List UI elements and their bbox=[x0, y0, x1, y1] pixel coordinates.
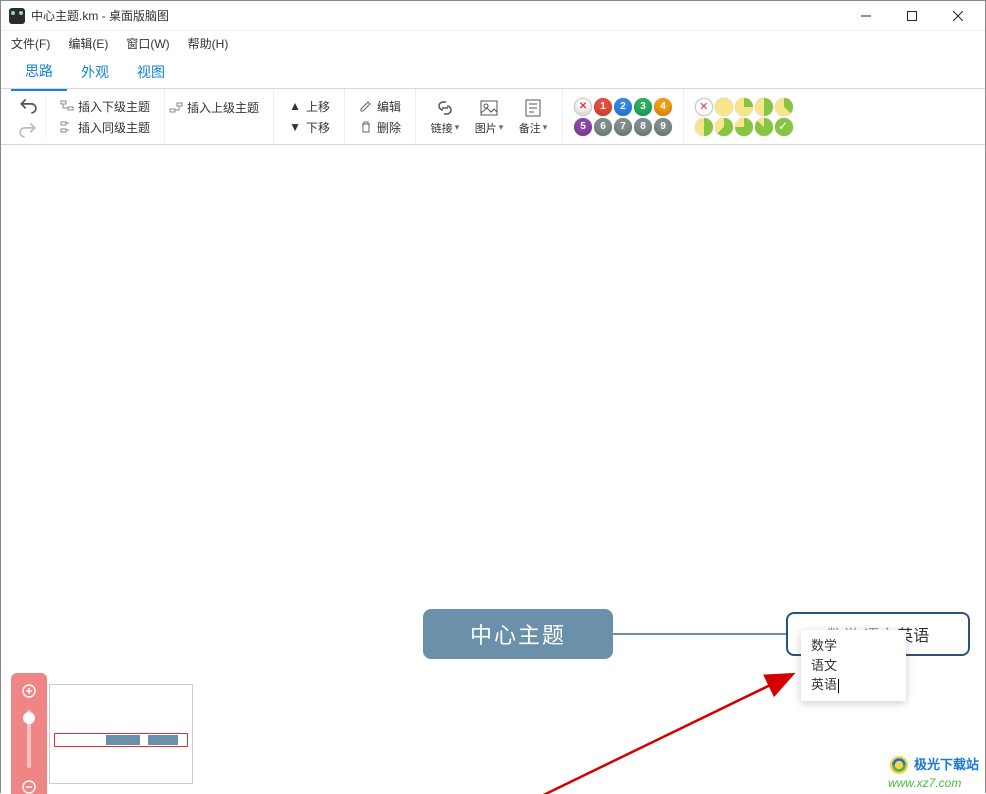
insert-sibling-button[interactable]: 插入同级主题 bbox=[56, 117, 154, 138]
redo-icon[interactable] bbox=[19, 120, 37, 138]
priority-2-icon[interactable]: 2 bbox=[614, 98, 632, 116]
priority-7-icon[interactable]: 7 bbox=[614, 118, 632, 136]
zoom-slider[interactable] bbox=[27, 710, 31, 768]
menu-help[interactable]: 帮助(H) bbox=[182, 33, 235, 54]
app-logo-icon bbox=[9, 8, 25, 24]
progress-group: ✕ ✓ bbox=[684, 89, 804, 144]
minimap[interactable] bbox=[49, 684, 193, 784]
chevron-down-icon: ▾ bbox=[499, 122, 504, 133]
insert-group: 插入下级主题 插入同级主题 bbox=[46, 89, 165, 144]
tab-bar: 思路 外观 视图 bbox=[1, 55, 985, 89]
text-caret bbox=[838, 679, 839, 693]
arrow-up-icon: ▲ bbox=[288, 99, 302, 113]
priority-8-icon[interactable]: 8 bbox=[634, 118, 652, 136]
minimap-viewport[interactable] bbox=[54, 733, 188, 747]
edit-label: 编辑 bbox=[377, 98, 401, 115]
move-up-button[interactable]: ▲ 上移 bbox=[284, 96, 334, 117]
title-bar: 中心主题.km - 桌面版脑图 bbox=[1, 1, 985, 31]
image-icon bbox=[479, 98, 499, 118]
minimize-button[interactable] bbox=[843, 1, 889, 31]
priority-6-icon[interactable]: 6 bbox=[594, 118, 612, 136]
move-up-label: 上移 bbox=[306, 98, 330, 115]
priority-5-icon[interactable]: 5 bbox=[574, 118, 592, 136]
progress-25-icon[interactable] bbox=[755, 98, 773, 116]
note-label: 备注 bbox=[519, 120, 541, 136]
connector-line bbox=[613, 633, 786, 635]
insert-parent-icon bbox=[169, 101, 183, 115]
trash-icon bbox=[359, 120, 373, 134]
priority-group: ✕ 1 2 3 4 5 6 7 8 9 bbox=[563, 89, 684, 144]
insert-parent-label: 插入上级主题 bbox=[187, 99, 259, 116]
close-button[interactable] bbox=[935, 1, 981, 31]
progress-100-icon[interactable]: ✓ bbox=[775, 118, 793, 136]
insert-sibling-label: 插入同级主题 bbox=[78, 119, 150, 136]
edit-button[interactable]: 编辑 bbox=[355, 96, 405, 117]
toolbar: 插入下级主题 插入同级主题 插入上级主题 ▲上移 ▼下移 编辑 删除 链接▾ 图… bbox=[1, 89, 985, 145]
window-title: 中心主题.km - 桌面版脑图 bbox=[31, 7, 843, 24]
priority-9-icon[interactable]: 9 bbox=[654, 118, 672, 136]
link-icon bbox=[435, 98, 455, 118]
progress-0-icon[interactable] bbox=[715, 98, 733, 116]
progress-clear-icon[interactable]: ✕ bbox=[695, 98, 713, 116]
insert-sibling-icon bbox=[60, 120, 74, 134]
tab-thinking[interactable]: 思路 bbox=[11, 53, 67, 91]
popup-item-0: 数学 bbox=[811, 636, 896, 656]
priority-4-icon[interactable]: 4 bbox=[654, 98, 672, 116]
insert-group-2: 插入上级主题 bbox=[165, 89, 274, 144]
insert-child-icon bbox=[60, 99, 74, 113]
insert-child-button[interactable]: 插入下级主题 bbox=[56, 96, 154, 117]
link-button[interactable]: 链接▾ bbox=[426, 98, 464, 136]
arrow-down-icon: ▼ bbox=[288, 120, 302, 134]
menu-bar: 文件(F) 编辑(E) 窗口(W) 帮助(H) bbox=[1, 31, 985, 55]
center-node[interactable]: 中心主题 bbox=[423, 609, 613, 659]
note-button[interactable]: 备注▾ bbox=[514, 98, 552, 136]
link-label: 链接 bbox=[431, 120, 453, 136]
zoom-slider-knob[interactable] bbox=[23, 712, 35, 724]
watermark-title: 极光下载站 bbox=[914, 757, 979, 773]
image-button[interactable]: 图片▾ bbox=[470, 98, 508, 136]
delete-label: 删除 bbox=[377, 119, 401, 136]
editdel-group: 编辑 删除 bbox=[345, 89, 416, 144]
popup-item-2: 英语 bbox=[811, 677, 837, 692]
zoom-in-button[interactable] bbox=[17, 679, 41, 703]
watermark-logo-icon bbox=[888, 754, 910, 776]
image-label: 图片 bbox=[475, 120, 497, 136]
tab-view[interactable]: 视图 bbox=[123, 54, 179, 90]
progress-87-icon[interactable] bbox=[755, 118, 773, 136]
move-down-label: 下移 bbox=[306, 119, 330, 136]
priority-clear-icon[interactable]: ✕ bbox=[574, 98, 592, 116]
text-edit-popup[interactable]: 数学 语文 英语 bbox=[801, 630, 906, 701]
popup-item-1: 语文 bbox=[811, 656, 896, 676]
tab-appearance[interactable]: 外观 bbox=[67, 54, 123, 90]
zoom-navigator bbox=[11, 673, 47, 794]
menu-window[interactable]: 窗口(W) bbox=[120, 33, 175, 54]
progress-12-icon[interactable] bbox=[735, 98, 753, 116]
move-group: ▲ 上移 ▼ 下移 bbox=[274, 89, 345, 144]
insert-child-label: 插入下级主题 bbox=[78, 98, 150, 115]
delete-button[interactable]: 删除 bbox=[355, 117, 405, 138]
move-down-button[interactable]: ▼ 下移 bbox=[284, 117, 334, 138]
note-icon bbox=[523, 98, 543, 118]
watermark-url: www.xz7.com bbox=[888, 776, 979, 790]
progress-37-icon[interactable] bbox=[775, 98, 793, 116]
chevron-down-icon: ▾ bbox=[455, 122, 460, 133]
menu-edit[interactable]: 编辑(E) bbox=[62, 33, 114, 54]
chevron-down-icon: ▾ bbox=[543, 122, 548, 133]
maximize-button[interactable] bbox=[889, 1, 935, 31]
zoom-out-button[interactable] bbox=[17, 775, 41, 794]
undo-icon[interactable] bbox=[19, 96, 37, 114]
progress-50-icon[interactable] bbox=[695, 118, 713, 136]
watermark: 极光下载站 www.xz7.com bbox=[888, 754, 979, 790]
priority-1-icon[interactable]: 1 bbox=[594, 98, 612, 116]
progress-62-icon[interactable] bbox=[715, 118, 733, 136]
insert-parent-button[interactable]: 插入上级主题 bbox=[165, 97, 263, 118]
progress-75-icon[interactable] bbox=[735, 118, 753, 136]
priority-3-icon[interactable]: 3 bbox=[634, 98, 652, 116]
mindmap-canvas[interactable]: 中心主题 数学 语文 英语 数学 语文 英语 极光下载站 www.xz7.com bbox=[1, 145, 985, 794]
attach-group: 链接▾ 图片▾ 备注▾ bbox=[416, 89, 563, 144]
history-group bbox=[11, 96, 46, 138]
menu-file[interactable]: 文件(F) bbox=[5, 33, 56, 54]
edit-icon bbox=[359, 99, 373, 113]
